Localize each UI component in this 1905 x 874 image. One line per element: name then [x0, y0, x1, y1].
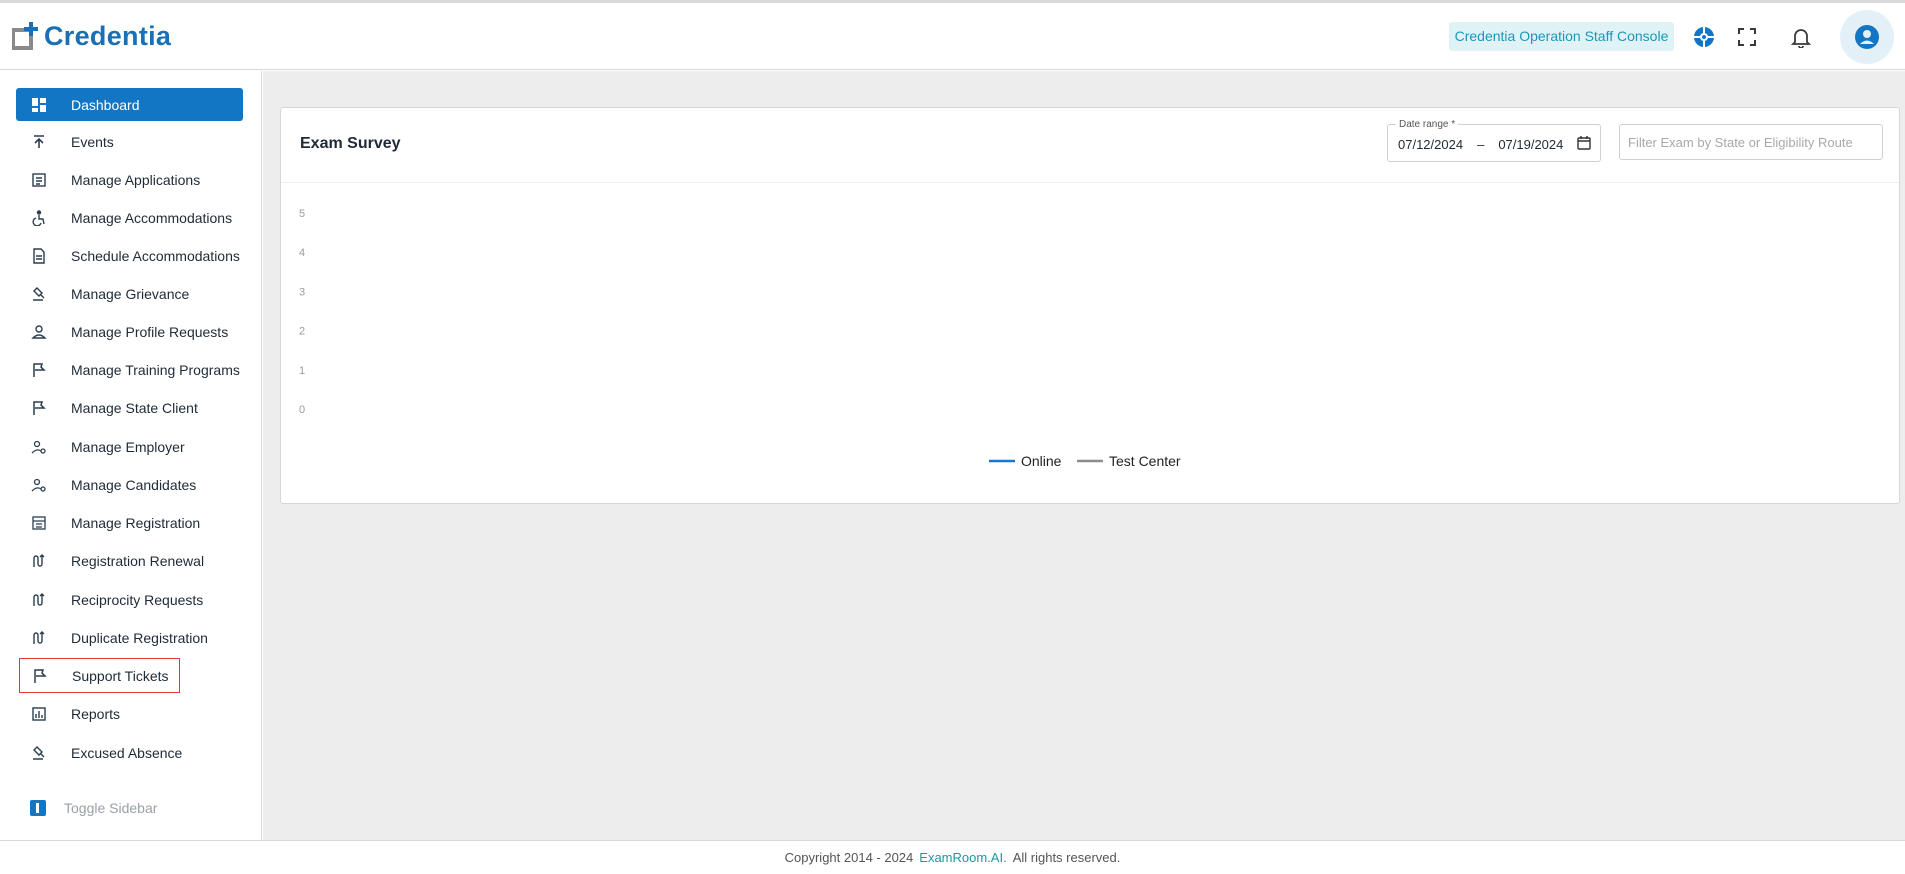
upload-arrow-icon: [29, 132, 49, 152]
person-gear-icon: [29, 437, 49, 457]
document-icon: [29, 246, 49, 266]
person-gear-icon: [29, 475, 49, 495]
sidebar-item-label: Manage Accommodations: [71, 209, 233, 226]
account-avatar[interactable]: [1840, 10, 1894, 64]
document-list-icon: [29, 170, 49, 190]
bar-chart-icon: [29, 704, 49, 724]
y-tick-label: 2: [299, 326, 305, 338]
legend-label: Online: [1021, 453, 1062, 469]
person-icon: [29, 322, 49, 342]
examroom-link[interactable]: ExamRoom.AI.: [919, 850, 1006, 865]
sidebar-item-reciprocity-requests[interactable]: Reciprocity Requests: [16, 583, 243, 616]
sidebar-item-support-tickets[interactable]: Support Tickets: [19, 658, 180, 693]
sidebar-item-label: Reports: [71, 705, 121, 722]
sidebar-item-manage-registration[interactable]: Manage Registration: [16, 506, 243, 539]
logo-mark-icon: [12, 22, 38, 50]
sidebar-item-label: Manage Applications: [71, 171, 201, 188]
sidebar-item-label: Manage Grievance: [71, 285, 190, 302]
exam-survey-chart: 0 1 2 3 4 5 Online Test Center: [299, 208, 1181, 469]
exam-filter-input[interactable]: [1619, 124, 1883, 160]
legend-label: Test Center: [1109, 453, 1181, 469]
flag-icon: [30, 666, 50, 686]
dashboard-icon: [29, 95, 49, 115]
support-globe-icon[interactable]: [1692, 25, 1716, 49]
sidebar-item-label: Manage State Client: [71, 399, 198, 416]
legend-item-test-center[interactable]: Test Center: [1077, 453, 1181, 469]
card-title: Exam Survey: [300, 135, 401, 152]
account-icon: [1855, 25, 1879, 49]
y-tick-label: 4: [299, 247, 305, 259]
sidebar-item-manage-candidates[interactable]: Manage Candidates: [16, 468, 243, 501]
sidebar-item-label: Manage Profile Requests: [71, 323, 229, 340]
app-header: Credentia Credentia Operation Staff Cons…: [0, 3, 1905, 70]
copyright-text: Copyright 2014 - 2024: [784, 850, 914, 865]
sidebar-item-events[interactable]: Events: [16, 125, 243, 158]
toggle-sidebar-button[interactable]: Toggle Sidebar: [30, 800, 157, 816]
sidebar-item-manage-applications[interactable]: Manage Applications: [16, 163, 243, 196]
sidebar-item-schedule-accommodations[interactable]: Schedule Accommodations: [16, 239, 243, 272]
sidebar-item-manage-employer[interactable]: Manage Employer: [16, 430, 243, 463]
y-tick-label: 5: [299, 208, 305, 220]
bell-icon[interactable]: [1789, 25, 1813, 49]
gavel-icon: [29, 743, 49, 763]
sidebar-item-duplicate-registration[interactable]: Duplicate Registration: [16, 621, 243, 654]
sidebar-item-registration-renewal[interactable]: Registration Renewal: [16, 544, 243, 577]
console-label-chip[interactable]: Credentia Operation Staff Console: [1449, 22, 1674, 51]
sidebar-toggle-icon: [30, 800, 46, 816]
main-content: Exam Survey Date range * 07/12/2024 – 07…: [263, 71, 1905, 840]
gavel-icon: [29, 284, 49, 304]
sidebar-item-label: Excused Absence: [71, 744, 183, 761]
sidebar: Dashboard Events Manage Applications Manage…: [0, 71, 262, 840]
sidebar-item-label: Manage Registration: [71, 514, 201, 531]
sidebar-item-label: Manage Candidates: [71, 476, 197, 493]
toggle-sidebar-label: Toggle Sidebar: [64, 800, 158, 816]
sidebar-item-reports[interactable]: Reports: [16, 697, 243, 730]
flag-icon: [29, 360, 49, 380]
date-separator: –: [1477, 137, 1485, 152]
sidebar-item-label: Duplicate Registration: [71, 629, 208, 646]
route-icon: [29, 551, 49, 571]
sidebar-item-label: Registration Renewal: [71, 552, 205, 569]
exam-survey-card: Exam Survey Date range * 07/12/2024 – 07…: [280, 107, 1900, 504]
sidebar-item-manage-training-programs[interactable]: Manage Training Programs: [16, 353, 243, 386]
calendar-icon[interactable]: [1576, 135, 1592, 151]
sidebar-item-manage-state-client[interactable]: Manage State Client: [16, 391, 243, 424]
route-icon: [29, 590, 49, 610]
sidebar-item-manage-profile-requests[interactable]: Manage Profile Requests: [16, 315, 243, 348]
route-icon: [29, 628, 49, 648]
date-end[interactable]: 07/19/2024: [1498, 137, 1563, 152]
date-range-label: Date range *: [1396, 119, 1459, 130]
sidebar-item-excused-absence[interactable]: Excused Absence: [16, 736, 243, 769]
footer: Copyright 2014 - 2024 ExamRoom.AI. All r…: [0, 840, 1905, 874]
accessibility-icon: [29, 208, 49, 228]
sidebar-item-manage-accommodations[interactable]: Manage Accommodations: [16, 201, 243, 234]
sidebar-item-label: Manage Employer: [71, 438, 185, 455]
fullscreen-icon[interactable]: [1735, 25, 1759, 49]
calendar-grid-icon: [29, 513, 49, 533]
sidebar-item-label: Reciprocity Requests: [71, 591, 204, 608]
sidebar-item-manage-grievance[interactable]: Manage Grievance: [16, 277, 243, 310]
flag-icon: [29, 398, 49, 418]
sidebar-item-label: Events: [71, 133, 114, 150]
y-tick-label: 0: [299, 404, 305, 416]
y-tick-label: 3: [299, 286, 305, 298]
logo-text: Credentia: [44, 21, 172, 51]
sidebar-item-label: Dashboard: [71, 96, 140, 113]
legend-item-online[interactable]: Online: [989, 453, 1062, 469]
date-range-field[interactable]: Date range * 07/12/2024 – 07/19/2024: [1387, 119, 1601, 162]
date-start[interactable]: 07/12/2024: [1398, 137, 1463, 152]
rights-text: All rights reserved.: [1012, 850, 1121, 865]
y-tick-label: 1: [299, 365, 305, 377]
sidebar-item-dashboard[interactable]: Dashboard: [16, 88, 243, 121]
sidebar-item-label: Schedule Accommodations: [71, 247, 240, 264]
sidebar-item-label: Manage Training Programs: [71, 361, 240, 378]
sidebar-item-label: Support Tickets: [72, 667, 169, 684]
credentia-logo[interactable]: Credentia: [12, 21, 171, 51]
